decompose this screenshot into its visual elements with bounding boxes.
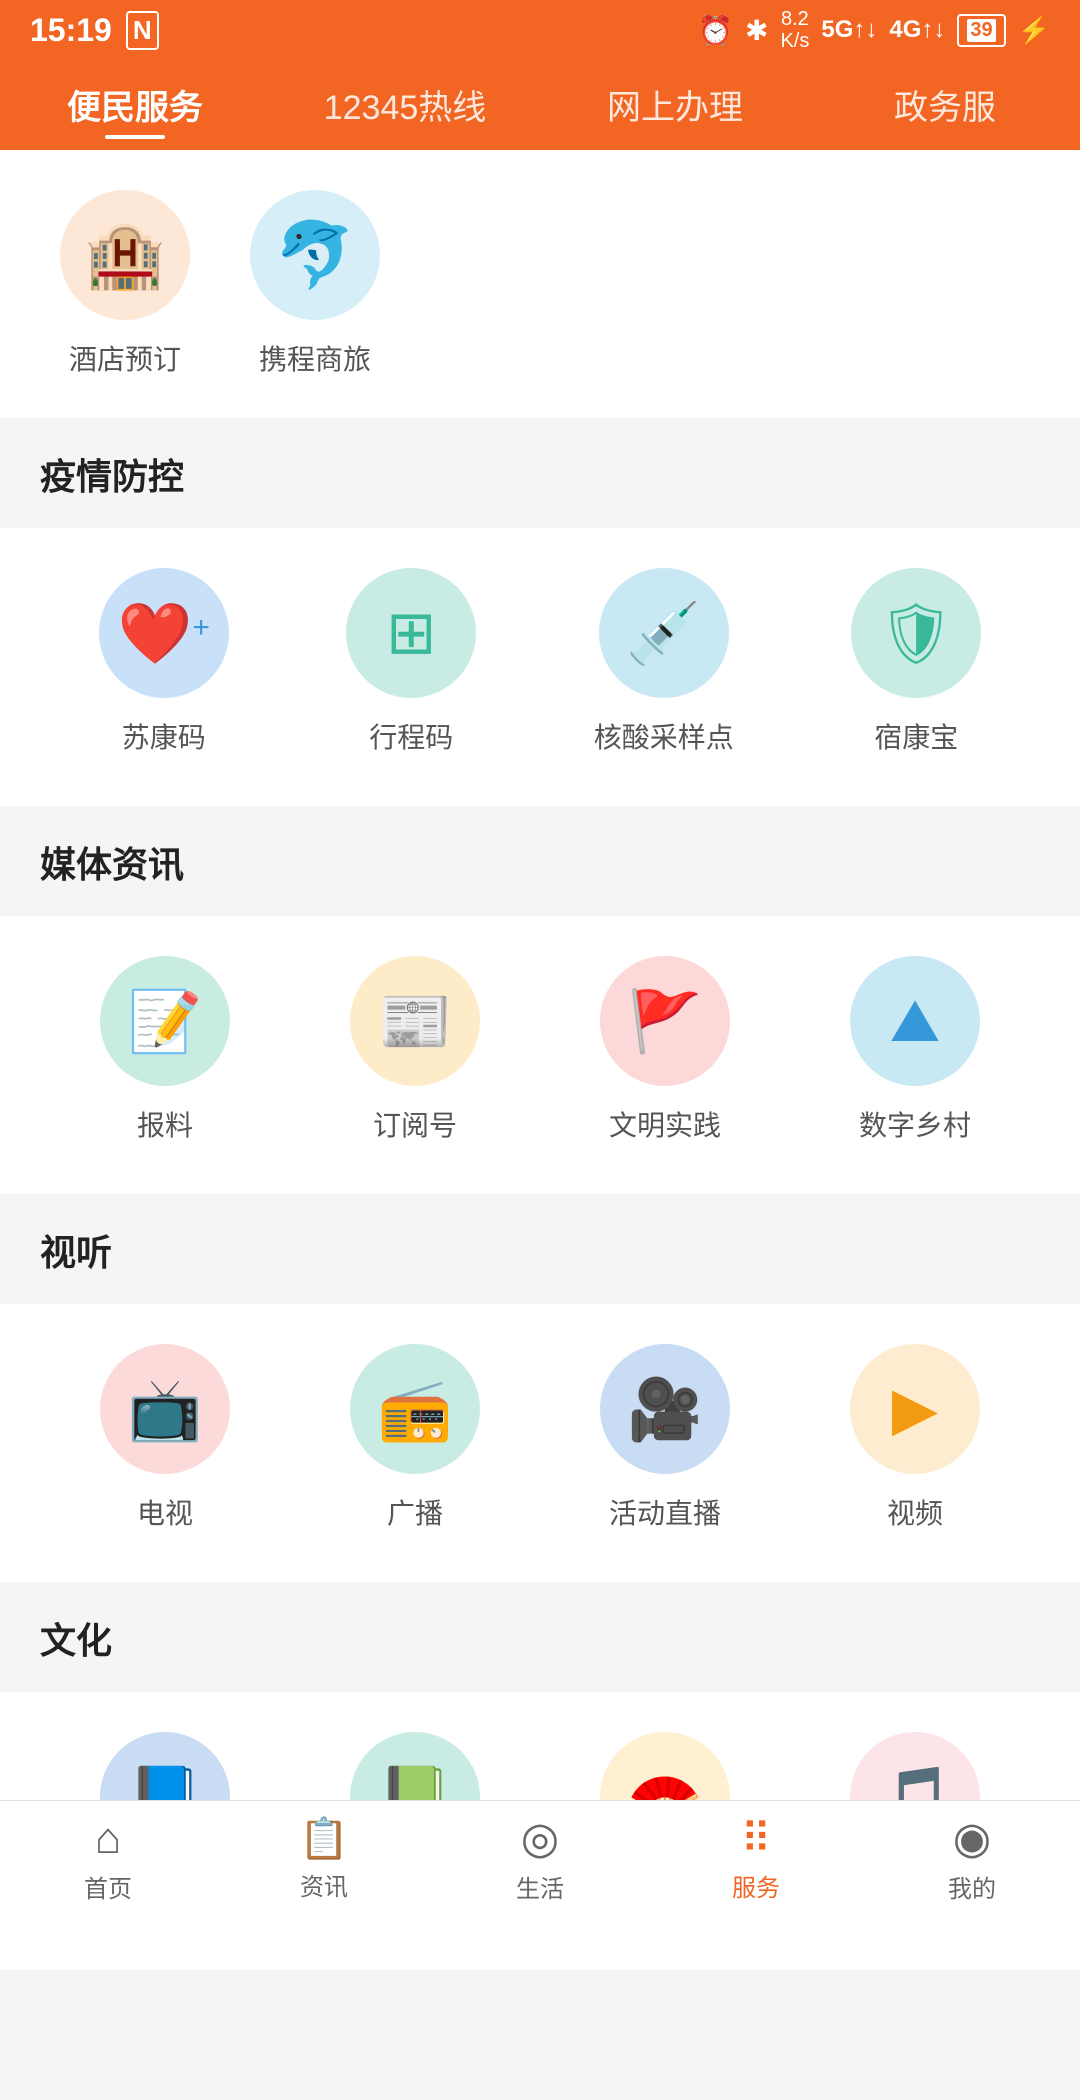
battery-indicator: 39 — [957, 14, 1005, 47]
service-label: 服务 — [732, 1868, 780, 1903]
wenming-circle: 🚩 — [600, 956, 730, 1086]
shuzixiangcun-label: 数字乡村 — [859, 1104, 971, 1144]
guangbo-circle: 📻 — [350, 1344, 480, 1474]
nfc-icon: N — [126, 11, 159, 50]
ctrip-icon-circle: 🐬 — [250, 190, 380, 320]
hexuan-label: 核酸采样点 — [594, 716, 734, 756]
section-audio: 📺 电视 📻 广播 🎥 活动直播 ▶ 视频 — [0, 1304, 1080, 1582]
shuzixiangcun-circle: ⛰ — [850, 956, 980, 1086]
icon-sukangbao[interactable]: 🛡 宿康宝 — [851, 568, 981, 756]
icon-wenming[interactable]: 🚩 文明实践 — [600, 956, 730, 1144]
network-4g: 4G↑↓ — [889, 16, 945, 44]
news-icon: 📋 — [299, 1819, 349, 1859]
hexuan-icon: 💉 — [626, 598, 701, 669]
wenming-icon: 🚩 — [628, 986, 703, 1057]
home-label: 首页 — [84, 1869, 132, 1904]
speed-indicator: 8.2K/s — [780, 8, 809, 52]
section-media: 📝 报料 📰 订阅号 🚩 文明实践 ⛰ 数字乡村 — [0, 916, 1080, 1194]
mine-label: 我的 — [948, 1869, 996, 1904]
epidemic-icons-grid: ❤️+ 苏康码 ⊞ 行程码 💉 核酸采样点 🛡 宿康宝 — [0, 528, 1080, 796]
icon-dianshi[interactable]: 📺 电视 — [100, 1344, 230, 1532]
xingchengma-icon: ⊞ — [386, 598, 436, 668]
charging-icon: ⚡ — [1018, 15, 1050, 46]
guangbo-icon: 📻 — [378, 1374, 453, 1445]
ctrip-icon: 🐬 — [275, 217, 356, 293]
news-label: 资讯 — [300, 1867, 348, 1902]
mine-icon: ◉ — [953, 1817, 991, 1861]
dianshi-circle: 📺 — [100, 1344, 230, 1474]
nav-mine[interactable]: ◉ 我的 — [864, 1801, 1080, 1920]
life-icon: ◎ — [521, 1817, 559, 1861]
section-header-epidemic: 疫情防控 — [0, 420, 1080, 528]
icon-guangbo[interactable]: 📻 广播 — [350, 1344, 480, 1532]
icon-hotel[interactable]: 🏨 酒店预订 — [60, 190, 190, 378]
baoliao-circle: 📝 — [100, 956, 230, 1086]
status-icons: ⏰ ✱ 8.2K/s 5G↑↓ 4G↑↓ 39 ⚡ — [698, 8, 1050, 52]
life-label: 生活 — [516, 1869, 564, 1904]
section-epidemic: ❤️+ 苏康码 ⊞ 行程码 💉 核酸采样点 🛡 宿康宝 — [0, 528, 1080, 806]
top-icons-row: 🏨 酒店预订 🐬 携程商旅 — [0, 150, 1080, 418]
icon-dingyuehao[interactable]: 📰 订阅号 — [350, 956, 480, 1144]
icon-xingchengma[interactable]: ⊞ 行程码 — [346, 568, 476, 756]
nav-tabs: 便民服务 12345热线 网上办理 政务服 — [0, 60, 1080, 150]
sukangma-icon: ❤️+ — [118, 598, 210, 669]
hexuan-circle: 💉 — [599, 568, 729, 698]
icon-baoliao[interactable]: 📝 报料 — [100, 956, 230, 1144]
baoliao-icon: 📝 — [128, 986, 203, 1057]
dingyuehao-label: 订阅号 — [373, 1104, 457, 1144]
section-header-culture: 文化 — [0, 1584, 1080, 1692]
home-icon: ⌂ — [95, 1817, 122, 1861]
wenming-label: 文明实践 — [609, 1104, 721, 1144]
hotel-icon: 🏨 — [85, 217, 166, 293]
icon-ctrip[interactable]: 🐬 携程商旅 — [250, 190, 380, 378]
sukangbao-label: 宿康宝 — [874, 716, 958, 756]
bluetooth-icon: ✱ — [745, 14, 768, 47]
tab-biminserve[interactable]: 便民服务 — [0, 70, 270, 139]
xingchengma-circle: ⊞ — [346, 568, 476, 698]
xingchengma-label: 行程码 — [369, 716, 453, 756]
nav-life[interactable]: ◎ 生活 — [432, 1801, 648, 1920]
baoliao-label: 报料 — [137, 1104, 193, 1144]
dingyuehao-circle: 📰 — [350, 956, 480, 1086]
nav-home[interactable]: ⌂ 首页 — [0, 1801, 216, 1920]
media-icons-grid: 📝 报料 📰 订阅号 🚩 文明实践 ⛰ 数字乡村 — [0, 916, 1080, 1184]
icon-huodonglive[interactable]: 🎥 活动直播 — [600, 1344, 730, 1532]
tab-online[interactable]: 网上办理 — [540, 70, 810, 139]
icon-shuzixiangcun[interactable]: ⛰ 数字乡村 — [850, 956, 980, 1144]
ctrip-label: 携程商旅 — [259, 338, 371, 378]
service-icon: ⠿ — [741, 1818, 772, 1860]
huodonglive-circle: 🎥 — [600, 1344, 730, 1474]
section-header-media: 媒体资讯 — [0, 808, 1080, 916]
hotel-label: 酒店预订 — [69, 338, 181, 378]
bottom-nav: ⌂ 首页 📋 资讯 ◎ 生活 ⠿ 服务 ◉ 我的 — [0, 1800, 1080, 1920]
huodonglive-label: 活动直播 — [609, 1492, 721, 1532]
alarm-icon: ⏰ — [698, 14, 733, 47]
section-header-audio: 视听 — [0, 1196, 1080, 1304]
guangbo-label: 广播 — [387, 1492, 443, 1532]
hotel-icon-circle: 🏨 — [60, 190, 190, 320]
sukangma-circle: ❤️+ — [99, 568, 229, 698]
nav-service[interactable]: ⠿ 服务 — [648, 1801, 864, 1920]
network-5g: 5G↑↓ — [821, 16, 877, 44]
sukangma-label: 苏康码 — [122, 716, 206, 756]
sukangbao-circle: 🛡 — [851, 568, 981, 698]
dingyuehao-icon: 📰 — [378, 986, 453, 1057]
sukangbao-icon: 🛡 — [878, 598, 954, 669]
tab-12345[interactable]: 12345热线 — [270, 70, 540, 139]
icon-shipin[interactable]: ▶ 视频 — [850, 1344, 980, 1532]
dianshi-icon: 📺 — [128, 1374, 203, 1445]
nav-news[interactable]: 📋 资讯 — [216, 1801, 432, 1920]
tab-govservice[interactable]: 政务服 — [810, 70, 1080, 139]
dianshi-label: 电视 — [137, 1492, 193, 1532]
shuzixiangcun-icon: ⛰ — [890, 986, 940, 1056]
shipin-circle: ▶ — [850, 1344, 980, 1474]
audio-icons-grid: 📺 电视 📻 广播 🎥 活动直播 ▶ 视频 — [0, 1304, 1080, 1572]
shipin-label: 视频 — [887, 1492, 943, 1532]
status-bar: 15:19 N ⏰ ✱ 8.2K/s 5G↑↓ 4G↑↓ 39 ⚡ — [0, 0, 1080, 60]
icon-hexuan[interactable]: 💉 核酸采样点 — [594, 568, 734, 756]
huodonglive-icon: 🎥 — [628, 1374, 703, 1445]
status-time: 15:19 — [30, 12, 112, 49]
shipin-icon: ▶ — [892, 1374, 938, 1444]
icon-sukangma[interactable]: ❤️+ 苏康码 — [99, 568, 229, 756]
